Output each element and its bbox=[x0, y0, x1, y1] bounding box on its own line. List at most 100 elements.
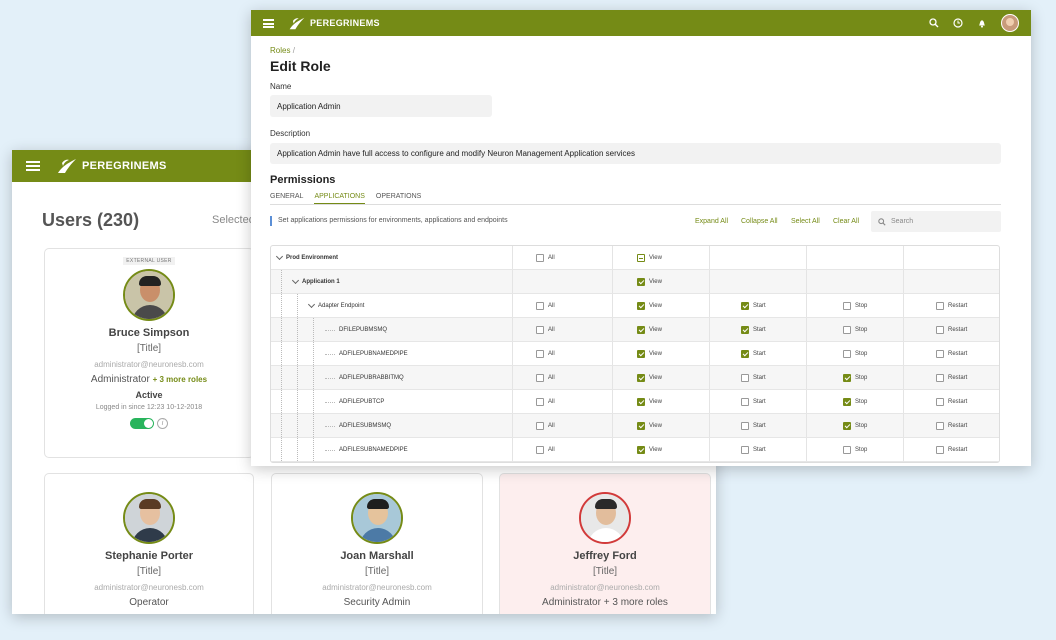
all-checkbox[interactable] bbox=[536, 254, 544, 262]
bell-icon[interactable] bbox=[977, 18, 987, 28]
user-card[interactable]: EXTERNAL USER Bruce Simpson [Title] admi… bbox=[44, 248, 254, 458]
name-field[interactable]: Application Admin bbox=[270, 95, 492, 117]
view-permission[interactable]: View bbox=[637, 438, 662, 462]
view-permission[interactable]: View bbox=[637, 366, 662, 390]
all-checkbox[interactable] bbox=[536, 422, 544, 430]
stop-permission[interactable]: Stop bbox=[843, 318, 867, 342]
avatar[interactable] bbox=[1001, 14, 1019, 32]
start-checkbox[interactable] bbox=[741, 350, 749, 358]
stop-permission[interactable]: Stop bbox=[843, 294, 867, 318]
permission-item[interactable]: Adapter Endpoint bbox=[307, 294, 364, 318]
stop-permission[interactable]: Stop bbox=[843, 342, 867, 366]
view-permission[interactable]: View bbox=[637, 246, 662, 270]
stop-checkbox[interactable] bbox=[843, 350, 851, 358]
all-permission[interactable]: All bbox=[536, 366, 555, 390]
stop-permission[interactable]: Stop bbox=[843, 390, 867, 414]
start-permission[interactable]: Start bbox=[741, 318, 766, 342]
permission-item[interactable]: ADFILEPUBTCP bbox=[325, 390, 384, 414]
stop-checkbox[interactable] bbox=[843, 326, 851, 334]
stop-permission[interactable]: Stop bbox=[843, 438, 867, 462]
breadcrumb-roles-link[interactable]: Roles bbox=[270, 46, 290, 55]
restart-checkbox[interactable] bbox=[936, 446, 944, 454]
start-checkbox[interactable] bbox=[741, 446, 749, 454]
stop-checkbox[interactable] bbox=[843, 374, 851, 382]
all-permission[interactable]: All bbox=[536, 390, 555, 414]
restart-checkbox[interactable] bbox=[936, 398, 944, 406]
all-permission[interactable]: All bbox=[536, 294, 555, 318]
all-permission[interactable]: All bbox=[536, 438, 555, 462]
permission-item[interactable]: ADFILESUBNAMEDPIPE bbox=[325, 438, 408, 462]
tab-operations[interactable]: OPERATIONS bbox=[376, 191, 421, 204]
user-card[interactable]: Stephanie Porter [Title] administrator@n… bbox=[44, 473, 254, 614]
all-checkbox[interactable] bbox=[536, 446, 544, 454]
stop-checkbox[interactable] bbox=[843, 422, 851, 430]
restart-permission[interactable]: Restart bbox=[936, 342, 967, 366]
view-permission[interactable]: View bbox=[637, 390, 662, 414]
start-permission[interactable]: Start bbox=[741, 342, 766, 366]
view-checkbox[interactable] bbox=[637, 374, 645, 382]
user-card[interactable]: Jeffrey Ford [Title] administrator@neuro… bbox=[499, 473, 711, 614]
view-permission[interactable]: View bbox=[637, 270, 662, 294]
restart-checkbox[interactable] bbox=[936, 302, 944, 310]
permission-item[interactable]: ADFILESUBMSMQ bbox=[325, 414, 391, 438]
user-card[interactable]: Joan Marshall [Title] administrator@neur… bbox=[271, 473, 483, 614]
all-checkbox[interactable] bbox=[536, 374, 544, 382]
start-permission[interactable]: Start bbox=[741, 414, 766, 438]
restart-checkbox[interactable] bbox=[936, 374, 944, 382]
start-permission[interactable]: Start bbox=[741, 390, 766, 414]
start-checkbox[interactable] bbox=[741, 422, 749, 430]
restart-checkbox[interactable] bbox=[936, 326, 944, 334]
start-checkbox[interactable] bbox=[741, 374, 749, 382]
stop-checkbox[interactable] bbox=[843, 398, 851, 406]
view-checkbox[interactable] bbox=[637, 350, 645, 358]
permission-item[interactable]: Prod Environment bbox=[275, 246, 338, 270]
all-permission[interactable]: All bbox=[536, 318, 555, 342]
all-checkbox[interactable] bbox=[536, 326, 544, 334]
description-field[interactable]: Application Admin have full access to co… bbox=[270, 143, 1001, 164]
view-checkbox[interactable] bbox=[637, 422, 645, 430]
permission-item[interactable]: Application 1 bbox=[291, 270, 340, 294]
more-roles-link[interactable]: + 3 more roles bbox=[153, 375, 207, 384]
tab-general[interactable]: GENERAL bbox=[270, 191, 303, 204]
view-checkbox[interactable] bbox=[637, 398, 645, 406]
all-permission[interactable]: All bbox=[536, 342, 555, 366]
view-checkbox[interactable] bbox=[637, 254, 645, 262]
view-checkbox[interactable] bbox=[637, 326, 645, 334]
view-permission[interactable]: View bbox=[637, 342, 662, 366]
start-checkbox[interactable] bbox=[741, 326, 749, 334]
expand-all-button[interactable]: Expand All bbox=[695, 218, 728, 225]
clock-icon[interactable] bbox=[953, 18, 963, 28]
start-checkbox[interactable] bbox=[741, 302, 749, 310]
all-checkbox[interactable] bbox=[536, 302, 544, 310]
restart-permission[interactable]: Restart bbox=[936, 414, 967, 438]
start-permission[interactable]: Start bbox=[741, 438, 766, 462]
restart-checkbox[interactable] bbox=[936, 350, 944, 358]
restart-permission[interactable]: Restart bbox=[936, 294, 967, 318]
permission-item[interactable]: ADFILEPUBRABBITMQ bbox=[325, 366, 404, 390]
all-permission[interactable]: All bbox=[536, 414, 555, 438]
restart-checkbox[interactable] bbox=[936, 422, 944, 430]
view-checkbox[interactable] bbox=[637, 446, 645, 454]
restart-permission[interactable]: Restart bbox=[936, 438, 967, 462]
all-permission[interactable]: All bbox=[536, 246, 555, 270]
collapse-all-button[interactable]: Collapse All bbox=[741, 218, 778, 225]
info-icon[interactable]: i bbox=[157, 418, 168, 429]
search-icon[interactable] bbox=[929, 18, 939, 28]
active-toggle[interactable] bbox=[130, 418, 154, 429]
menu-icon[interactable] bbox=[26, 161, 40, 171]
chevron-down-icon[interactable] bbox=[291, 276, 300, 285]
stop-permission[interactable]: Stop bbox=[843, 366, 867, 390]
select-all-button[interactable]: Select All bbox=[791, 218, 820, 225]
permission-item[interactable]: ADFILEPUBNAMEDPIPE bbox=[325, 342, 408, 366]
view-permission[interactable]: View bbox=[637, 294, 662, 318]
stop-checkbox[interactable] bbox=[843, 302, 851, 310]
search-input[interactable]: Search bbox=[871, 211, 1001, 232]
start-checkbox[interactable] bbox=[741, 398, 749, 406]
stop-permission[interactable]: Stop bbox=[843, 414, 867, 438]
start-permission[interactable]: Start bbox=[741, 366, 766, 390]
clear-all-button[interactable]: Clear All bbox=[833, 218, 859, 225]
menu-icon[interactable] bbox=[263, 18, 274, 28]
tab-applications[interactable]: APPLICATIONS bbox=[314, 191, 365, 204]
restart-permission[interactable]: Restart bbox=[936, 318, 967, 342]
view-permission[interactable]: View bbox=[637, 318, 662, 342]
